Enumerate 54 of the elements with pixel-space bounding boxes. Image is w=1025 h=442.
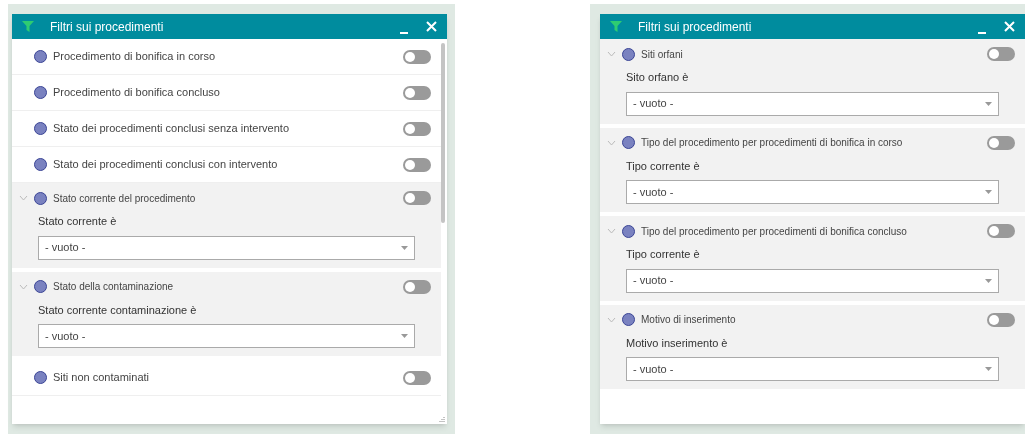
toggle-switch[interactable] <box>403 85 431 100</box>
filter-label: Siti non contaminati <box>53 370 150 386</box>
caret-icon <box>985 367 992 371</box>
field-label: Tipo corrente è <box>626 247 701 262</box>
chevron-icon[interactable] <box>606 316 616 323</box>
chevron-icon[interactable] <box>18 283 28 290</box>
field-label: Motivo inserimento è <box>626 335 729 351</box>
dropdown-field[interactable]: - vuoto - <box>626 91 999 116</box>
caret-icon <box>401 334 408 338</box>
caret-icon <box>985 101 992 106</box>
filter-icon <box>610 21 622 32</box>
caret-icon <box>985 190 992 194</box>
chevron-icon[interactable] <box>606 51 616 57</box>
filter-label: Motivo di inserimento <box>641 313 737 327</box>
close-button[interactable] <box>1004 21 1015 32</box>
filter-label: Procedimento di bonifica concluso <box>53 85 221 101</box>
toggle-switch[interactable] <box>403 279 431 294</box>
filter-label: Stato dei procedimenti conclusi con intervento <box>53 157 279 173</box>
filter-label: Stato della contaminazione <box>53 280 175 294</box>
toggle-switch[interactable] <box>403 49 431 64</box>
panel-title: Filtri sui procedimenti <box>638 18 753 36</box>
panel-title: Filtri sui procedimenti <box>50 18 165 36</box>
toggle-switch[interactable] <box>403 191 431 205</box>
filter-label: Tipo del procedimento per procedimenti di bonifica in corso <box>641 136 904 150</box>
toggle-switch[interactable] <box>403 157 431 172</box>
dropdown-field[interactable]: - vuoto - <box>38 235 415 260</box>
toggle-switch[interactable] <box>403 370 431 385</box>
field-label: Sito orfano è <box>626 70 690 85</box>
chevron-icon[interactable] <box>606 139 616 146</box>
chevron-icon[interactable] <box>606 228 616 234</box>
toggle-switch[interactable] <box>403 121 431 136</box>
dropdown-field[interactable]: - vuoto - <box>626 268 999 293</box>
toggle-switch[interactable] <box>987 135 1015 150</box>
filter-label: Procedimento di bonifica in corso <box>53 49 217 65</box>
filter-label: Tipo del procedimento per procedimenti di bonifica concluso <box>641 224 908 239</box>
dropdown-field[interactable]: - vuoto - <box>626 357 999 381</box>
filter-icon <box>22 21 34 32</box>
toggle-switch[interactable] <box>987 312 1015 327</box>
caret-icon <box>401 245 408 250</box>
field-label: Tipo corrente è <box>626 158 701 174</box>
field-label: Stato corrente è <box>38 214 118 229</box>
dropdown-field[interactable]: - vuoto - <box>38 324 415 348</box>
toggle-switch[interactable] <box>987 224 1015 238</box>
dropdown-field[interactable]: - vuoto - <box>626 180 999 204</box>
field-label: Stato corrente contaminazione è <box>38 302 198 318</box>
resize-grip-icon[interactable] <box>439 416 445 422</box>
filter-label: Siti orfani <box>641 47 684 62</box>
close-button[interactable] <box>426 21 437 32</box>
toggle-switch[interactable] <box>987 47 1015 61</box>
scrollbar[interactable] <box>441 43 445 223</box>
caret-icon <box>985 278 992 283</box>
chevron-icon[interactable] <box>18 195 28 201</box>
filter-label: Stato corrente del procedimento <box>53 191 197 206</box>
filter-label: Stato dei procedimenti conclusi senza intervento <box>53 121 291 137</box>
